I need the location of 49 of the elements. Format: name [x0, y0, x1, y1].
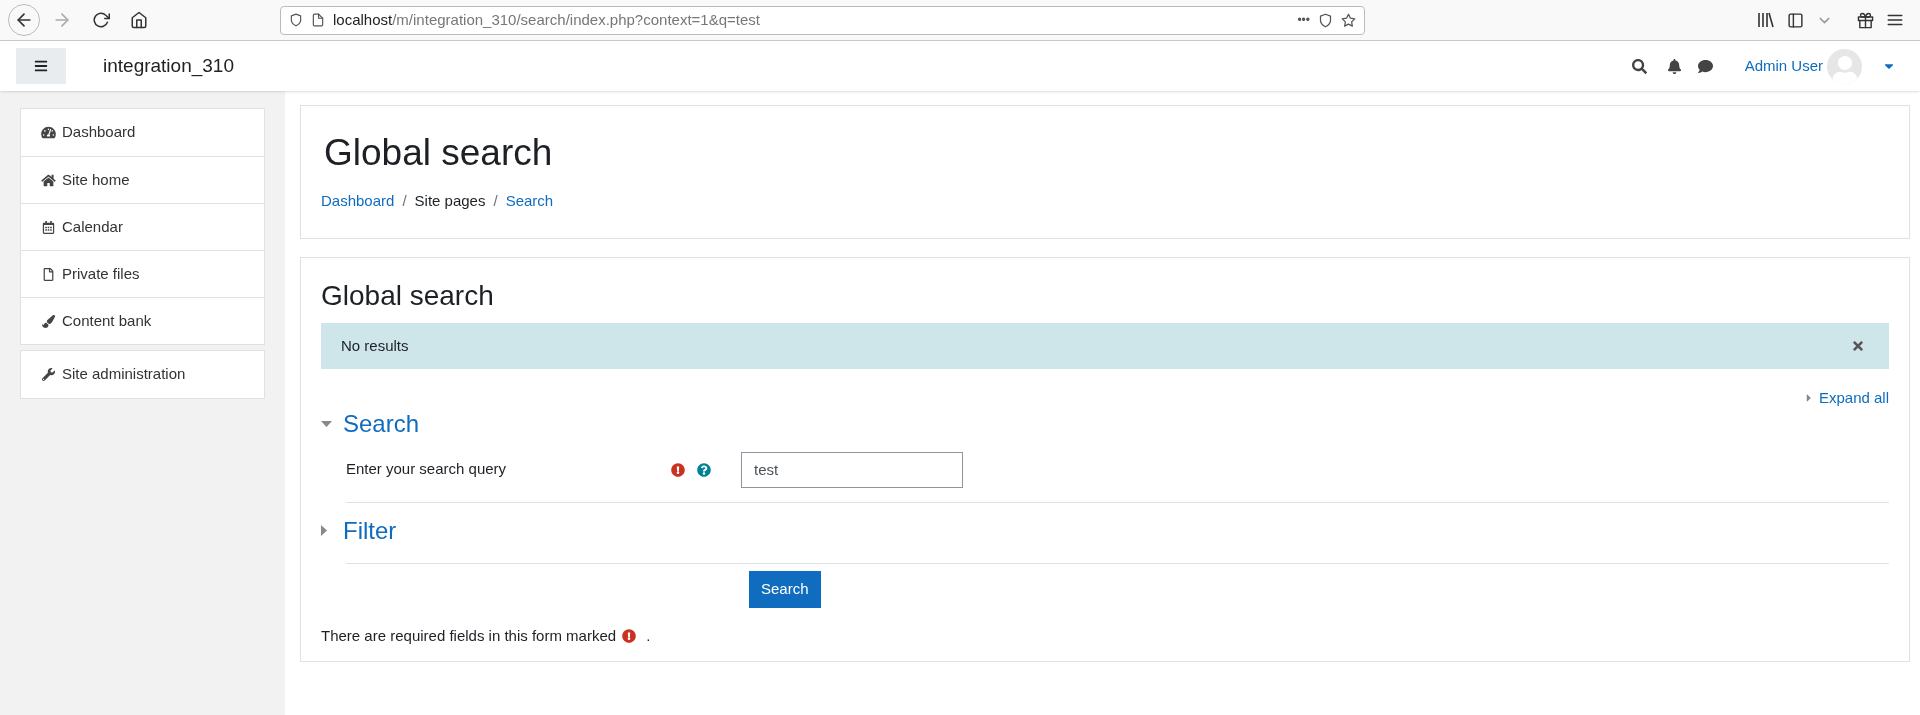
search-query-field[interactable]: test [741, 451, 963, 488]
sidebar-icon[interactable] [1787, 11, 1804, 29]
menu-toggle[interactable] [16, 48, 66, 84]
field-label: Enter your search query [346, 459, 508, 480]
search-button[interactable]: Search [749, 570, 821, 608]
dashboard-icon [41, 126, 56, 139]
brush-icon [41, 314, 56, 328]
star-icon[interactable] [1341, 12, 1356, 28]
page-icon [311, 13, 325, 27]
required-note-period: . [646, 625, 651, 646]
section-toggle[interactable]: Filter [321, 512, 1889, 549]
user-name[interactable]: Admin User [1744, 54, 1823, 78]
caret-icon [321, 525, 327, 536]
required-note: There are required fields in this form marked [321, 625, 617, 646]
sidebar-item[interactable]: Site home [21, 156, 264, 203]
required-icon [622, 628, 637, 643]
help-icon[interactable] [697, 462, 711, 477]
page-actions-text[interactable]: ••• [1297, 11, 1310, 29]
home-icon[interactable] [130, 11, 148, 29]
breadcrumb-separator: / [402, 191, 407, 212]
gift-icon[interactable] [1857, 11, 1874, 29]
chat-icon[interactable] [1697, 58, 1713, 74]
sidebar-item[interactable]: Calendar [21, 203, 264, 250]
shield-icon [289, 13, 303, 27]
sidebar-item[interactable]: Site administration [21, 351, 264, 398]
breadcrumb-separator: / [493, 191, 498, 212]
home-icon [41, 173, 56, 187]
address-bar[interactable]: localhost/m/integration_310/search/index.php?context=1&q=test ••• [280, 5, 1365, 35]
breadcrumb-link[interactable]: Search [505, 190, 554, 213]
page-title: Global search [324, 131, 554, 175]
sidebar-item[interactable]: Dashboard [21, 109, 264, 156]
reload-icon[interactable] [92, 11, 110, 29]
close-icon[interactable] [1851, 339, 1865, 353]
search-icon[interactable] [1631, 58, 1647, 74]
section-title: Global search [321, 279, 495, 313]
url-text: localhost/m/integration_310/search/index.php?context=1&q=test [333, 9, 760, 30]
sidebar-item[interactable]: Private files [21, 250, 264, 297]
breadcrumb-link[interactable]: Dashboard [321, 190, 395, 213]
sidebar-item[interactable]: Content bank [21, 297, 264, 344]
bell-icon[interactable] [1666, 58, 1682, 74]
file-icon [41, 267, 56, 281]
menu-icon [34, 59, 48, 73]
site-name[interactable]: integration_310 [103, 51, 234, 81]
library-icon[interactable] [1757, 12, 1775, 28]
wrench-icon [41, 368, 56, 381]
calendar-icon [41, 220, 56, 234]
breadcrumb-text: Site pages [414, 191, 486, 212]
caret-icon [321, 420, 332, 427]
alert-text: No results [341, 335, 409, 356]
